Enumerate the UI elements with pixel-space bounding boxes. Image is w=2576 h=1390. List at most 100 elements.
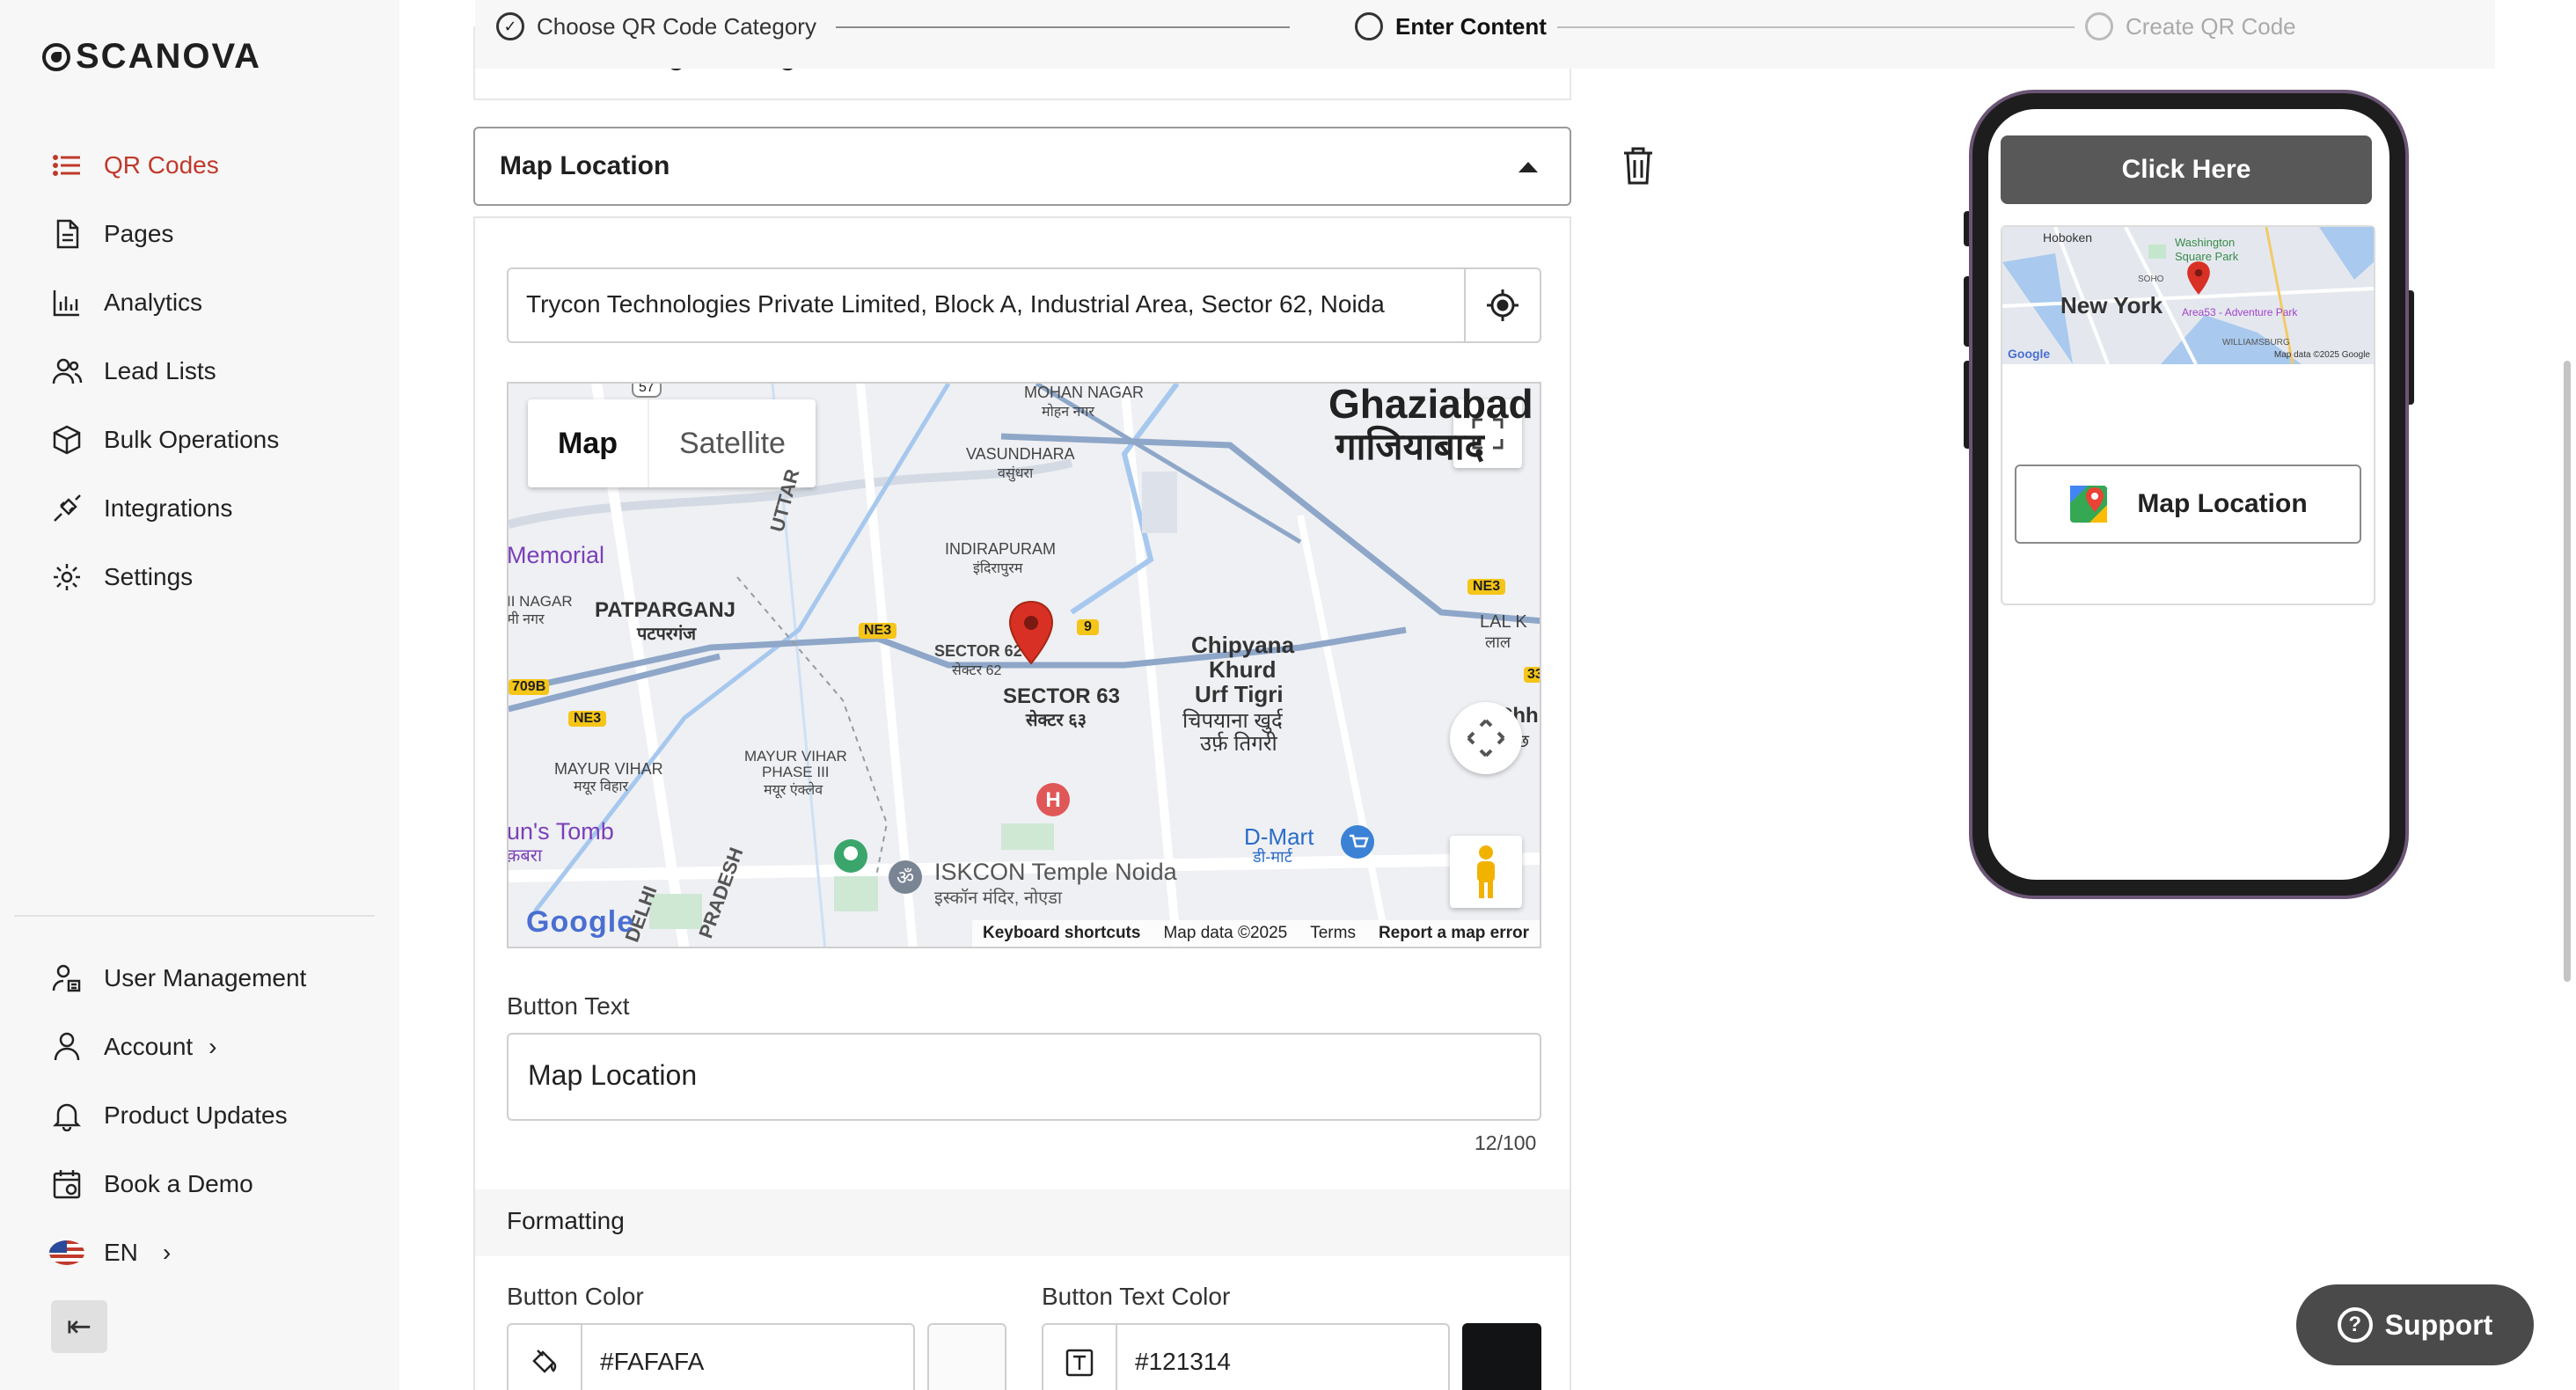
button-text-color-swatch[interactable] bbox=[1462, 1323, 1541, 1390]
map-label: डी-मार्ट bbox=[1253, 848, 1292, 866]
mini-map-label: New York bbox=[2060, 292, 2163, 318]
button-text-color-input[interactable]: #121314 bbox=[1042, 1323, 1450, 1390]
support-button[interactable]: ? Support bbox=[2296, 1284, 2534, 1365]
map-type-toggle: Map Satellite bbox=[528, 399, 816, 487]
sidebar-item-settings[interactable]: Settings bbox=[49, 560, 193, 595]
step-choose-category-overlay[interactable]: ✓ Choose QR Code Category bbox=[496, 12, 816, 40]
route-shield: 33 bbox=[1524, 667, 1540, 683]
preview-mini-map: Hoboken Washington Square Park SOHO New … bbox=[2002, 227, 2374, 364]
collapse-sidebar-button[interactable]: ⇤ bbox=[51, 1300, 107, 1353]
caret-up-icon bbox=[1519, 162, 1538, 172]
map-label: MOHAN NAGAR bbox=[1024, 384, 1145, 401]
map-label: un's Tomb bbox=[507, 818, 614, 845]
scanova-logo[interactable]: SCANOVA bbox=[42, 37, 261, 77]
trash-icon[interactable] bbox=[1621, 144, 1656, 187]
mobile-preview: Click Here Hoboken Washington Square Par… bbox=[1969, 90, 2409, 899]
sidebar-item-account[interactable]: Account › bbox=[49, 1029, 217, 1064]
sidebar-item-analytics[interactable]: Analytics bbox=[49, 285, 202, 320]
sidebar-item-label: Settings bbox=[104, 563, 194, 590]
map-label: मी नगर bbox=[507, 612, 545, 627]
bell-icon bbox=[49, 1098, 84, 1133]
formatting-title: Formatting bbox=[507, 1207, 625, 1234]
step-connector bbox=[836, 26, 1290, 28]
sidebar-item-book-demo[interactable]: Book a Demo bbox=[49, 1167, 253, 1202]
keyboard-shortcuts-link[interactable]: Keyboard shortcuts bbox=[983, 924, 1140, 943]
route-shield: NE3 bbox=[1467, 579, 1506, 595]
logo-mark-icon bbox=[42, 42, 70, 71]
sidebar-item-label: Book a Demo bbox=[104, 1170, 253, 1197]
phone-screen: Click Here Hoboken Washington Square Par… bbox=[1988, 109, 2389, 880]
sidebar-divider bbox=[14, 915, 375, 917]
preview-map-card: Hoboken Washington Square Park SOHO New … bbox=[2001, 225, 2375, 605]
step-create-qr-overlay[interactable]: Create QR Code bbox=[2085, 12, 2296, 40]
step-label: Choose QR Code Category bbox=[537, 12, 816, 40]
accordion-title: Map Location bbox=[500, 151, 670, 180]
google-logo: Google bbox=[526, 905, 635, 939]
chevron-right-icon: › bbox=[209, 1033, 217, 1060]
sidebar-item-label: User Management bbox=[104, 964, 307, 991]
sidebar-item-label: Analytics bbox=[104, 289, 203, 316]
user-manage-icon bbox=[49, 961, 84, 996]
mini-map-label: Washington bbox=[2175, 236, 2236, 249]
report-map-error-link[interactable]: Report a map error bbox=[1379, 924, 1529, 943]
button-color-swatch[interactable] bbox=[927, 1323, 1006, 1390]
step-enter-content-overlay[interactable]: Enter Content bbox=[1355, 12, 1547, 40]
button-color-value: #FAFAFA bbox=[600, 1348, 705, 1375]
mini-map-label: WILLIAMSBURG bbox=[2222, 338, 2290, 348]
locate-me-button[interactable] bbox=[1464, 269, 1540, 341]
mini-map-label: Area53 - Adventure Park bbox=[2182, 306, 2298, 318]
map-tab[interactable]: Map bbox=[528, 399, 649, 487]
address-input[interactable]: Trycon Technologies Private Limited, Blo… bbox=[507, 267, 1541, 343]
map-footer: Keyboard shortcuts Map data ©2025 Terms … bbox=[971, 920, 1540, 947]
street-view-button[interactable] bbox=[1450, 836, 1522, 908]
sidebar-item-label: Bulk Operations bbox=[104, 426, 280, 453]
map-data-attribution: Map data ©2025 bbox=[1163, 924, 1288, 942]
sidebar-item-pages[interactable]: Pages bbox=[49, 216, 173, 252]
mini-map-label: Hoboken bbox=[2043, 230, 2093, 245]
mini-map-label: SOHO bbox=[2138, 274, 2164, 284]
button-text-color-label: Button Text Color bbox=[1042, 1283, 1231, 1310]
route-shield: NE3 bbox=[859, 623, 897, 639]
terms-link[interactable]: Terms bbox=[1310, 924, 1356, 943]
crosshair-icon bbox=[1487, 289, 1519, 321]
map-label: सेक्टर 62 bbox=[952, 663, 1002, 678]
sidebar-item-user-management[interactable]: User Management bbox=[49, 961, 306, 996]
current-step-circle-icon bbox=[1355, 12, 1383, 40]
move-arrows-icon bbox=[1467, 719, 1505, 757]
page-scrollbar[interactable] bbox=[2564, 361, 2571, 982]
sidebar-item-product-updates[interactable]: Product Updates bbox=[49, 1098, 288, 1133]
sidebar-item-qr-codes[interactable]: QR Codes bbox=[49, 148, 219, 183]
preview-map-location-button[interactable]: Map Location bbox=[2015, 465, 2361, 544]
preview-click-here-button[interactable]: Click Here bbox=[2001, 135, 2372, 204]
shopping-icon bbox=[1341, 825, 1374, 859]
sidebar-item-label: EN bbox=[104, 1239, 138, 1266]
map-location-accordion[interactable]: Map Location bbox=[473, 127, 1571, 206]
pan-control-button[interactable] bbox=[1450, 702, 1522, 774]
map-label: Urf Tigri bbox=[1195, 681, 1284, 707]
map-label: मयूर एंक्लेव bbox=[764, 783, 823, 798]
map-label: SECTOR 63 bbox=[1003, 684, 1120, 708]
paint-bucket-icon bbox=[509, 1325, 582, 1390]
svg-text:H: H bbox=[1045, 788, 1060, 812]
step-label: Enter Content bbox=[1395, 12, 1547, 40]
user-icon bbox=[49, 1029, 84, 1064]
sidebar-item-lead-lists[interactable]: Lead Lists bbox=[49, 354, 216, 389]
map-marker-icon[interactable] bbox=[1006, 600, 1056, 665]
sidebar-item-language[interactable]: EN › bbox=[49, 1235, 171, 1270]
route-shield: 709B bbox=[509, 679, 550, 695]
map-label: PHASE III bbox=[762, 764, 830, 780]
bar-chart-icon bbox=[49, 285, 84, 320]
address-value: Trycon Technologies Private Limited, Blo… bbox=[526, 290, 1385, 318]
preview-map-button-label: Map Location bbox=[2137, 489, 2308, 518]
stepper-overlay: ✓ Choose QR Code Category Enter Content … bbox=[475, 0, 2495, 69]
support-label: Support bbox=[2384, 1308, 2493, 1341]
button-text-input[interactable]: Map Location bbox=[507, 1033, 1541, 1121]
button-color-input[interactable]: #FAFAFA bbox=[507, 1323, 915, 1390]
sidebar-item-label: Pages bbox=[104, 220, 174, 247]
map-label: मोहन नगर bbox=[1042, 405, 1094, 420]
map-label: उर्फ़ तिगरी bbox=[1200, 732, 1277, 756]
sidebar-item-bulk-operations[interactable]: Bulk Operations bbox=[49, 422, 279, 457]
map-label: Memorial bbox=[507, 542, 605, 568]
sidebar-item-integrations[interactable]: Integrations bbox=[49, 491, 232, 526]
google-map[interactable]: Map Satellite Ghaziabad गाजियाबाद MOHAN … bbox=[507, 382, 1541, 948]
